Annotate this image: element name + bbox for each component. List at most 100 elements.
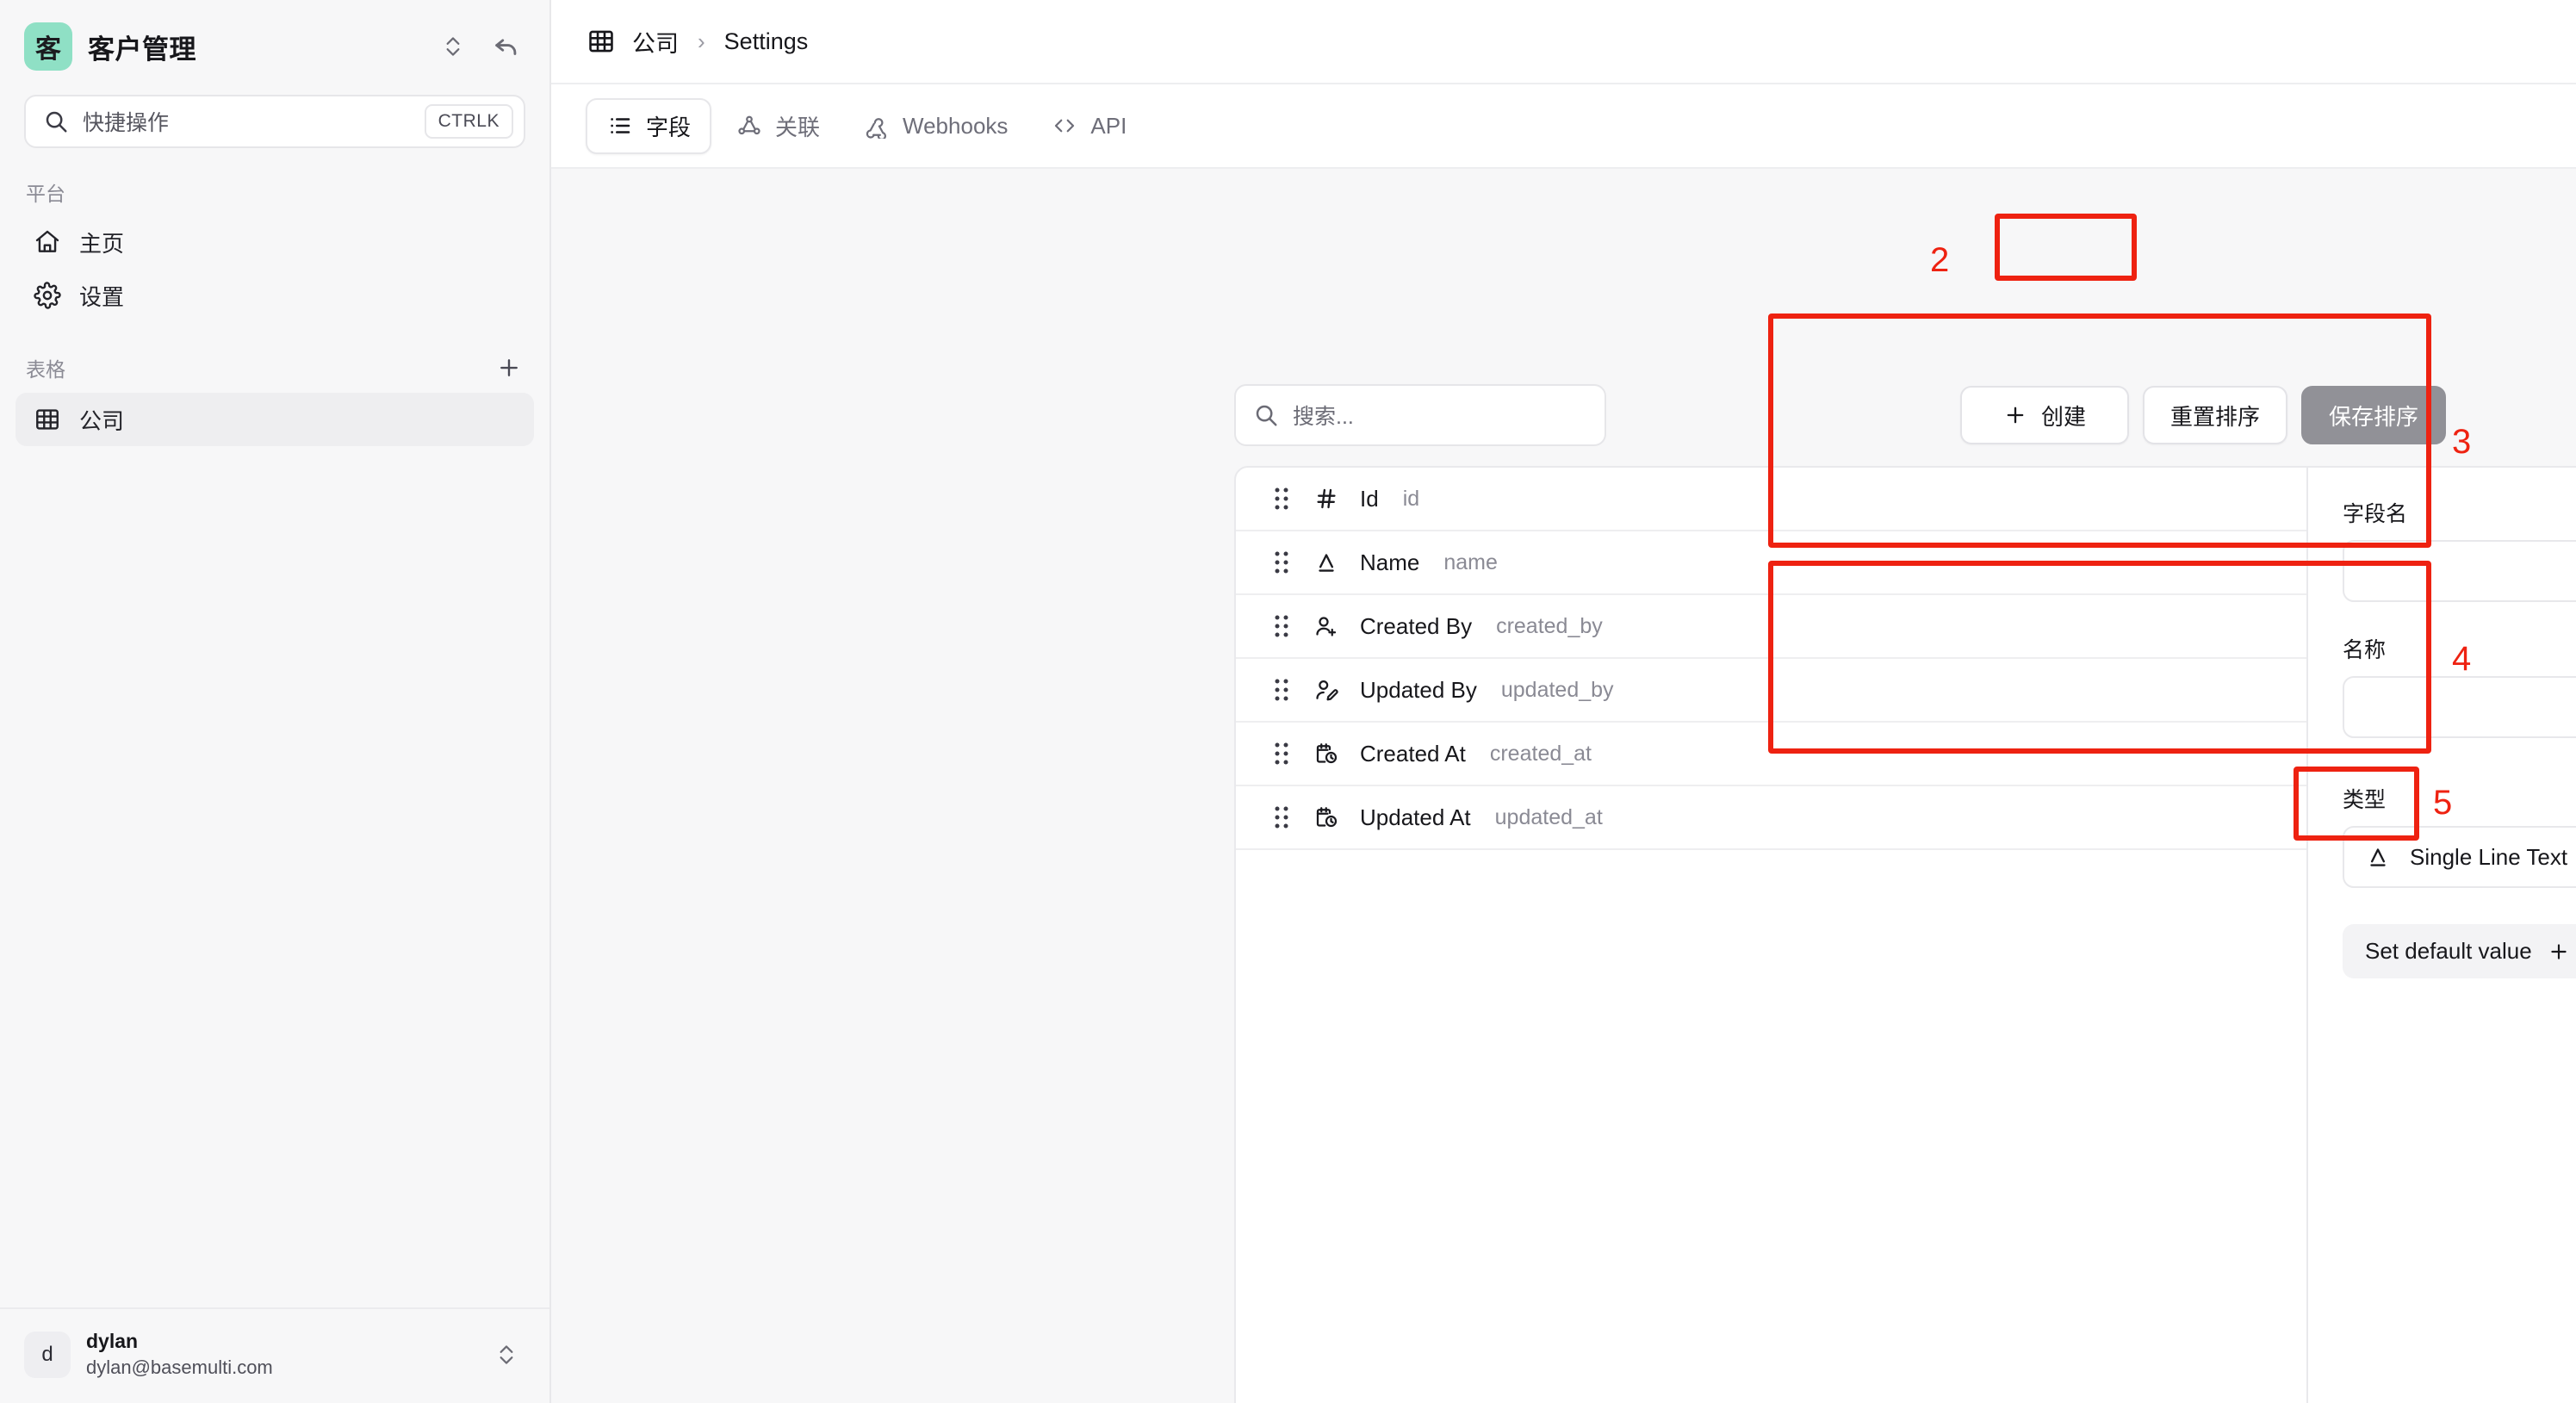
home-icon [33,227,62,257]
set-default-value-button[interactable]: Set default value [2343,924,2576,978]
sidebar-header: 客 客户管理 [0,0,549,79]
fields-toolbar: 搜索... 创建 重置排序 保存排序 [1234,384,2446,446]
table-icon [33,405,62,434]
field-key: updated_at [1494,804,1603,829]
sidebar-item-label-company: 公司 [79,407,125,434]
tab-api[interactable]: API [1032,102,1145,150]
drag-handle-icon[interactable] [1270,804,1293,830]
field-key: created_by [1496,613,1603,638]
sidebar-item-settings[interactable]: 设置 [16,269,534,322]
user-email: dylan@basemulti.com [86,1356,273,1379]
fields-search-input[interactable]: 搜索... [1234,384,1606,446]
fields-list-empty-space [1236,850,2306,1403]
workspace-badge: 客 [24,22,72,71]
field-name: Created At [1360,740,1466,767]
drag-handle-icon[interactable] [1270,741,1293,767]
user-name: dylan [86,1330,139,1353]
table-row[interactable]: Id id [1236,468,2306,531]
save-order-button[interactable]: 保存排序 [2300,386,2446,444]
table-row[interactable]: Updated By updated_by [1236,659,2306,723]
drag-handle-icon[interactable] [1270,677,1293,703]
field-name: Updated At [1360,804,1471,830]
breadcrumb-separator: › [698,28,705,54]
undo-arrow-icon[interactable] [487,28,525,65]
reset-order-label: 重置排序 [2169,403,2260,430]
search-icon [1253,402,1279,428]
add-table-button[interactable] [493,351,525,384]
reset-order-button[interactable]: 重置排序 [2142,386,2287,444]
tab-webhooks[interactable]: Webhooks [844,102,1027,150]
sidebar-item-label-settings: 设置 [79,283,125,310]
table-icon [586,26,617,57]
field-key: name [1443,549,1498,574]
sidebar-group-label-tables: 表格 [26,358,65,381]
workspace-title: 客户管理 [88,34,196,65]
field-name-label: 字段名 [2343,502,2408,526]
tab-relations[interactable]: 关联 [717,100,839,152]
breadcrumb-item-table[interactable]: 公司 [632,25,679,59]
code-icon [1051,112,1078,140]
field-type-select[interactable]: Single Line Text [2343,826,2576,888]
create-field-button[interactable]: 创建 [1959,386,2129,444]
breadcrumb-item-settings: Settings [723,28,809,54]
fields-card: Id id Name name Created By created_by Up… [1234,466,2576,1403]
sidebar: 客 客户管理 快捷操作 CTRLK 平台 主页 设置 表格 公司 d dylan… [0,0,551,1403]
field-name: Created By [1360,612,1473,639]
type-section: 类型 Single Line Text Set default value [2343,783,2576,978]
type-label: 类型 [2343,788,2387,812]
field-editor-panel: 字段名 名称 类型 Single Line Text Set default v… [2308,468,2576,1403]
drag-handle-icon[interactable] [1270,486,1293,512]
settings-content: 搜索... 创建 重置排序 保存排序 Id id Name name Creat… [551,169,2576,1403]
main-area: 公司 › Settings 字段 关联 Webhooks API 搜索... 创… [551,0,2576,1403]
settings-tabs: 字段 关联 Webhooks API [551,83,2576,169]
field-name: Updated By [1360,676,1477,703]
plus-icon [2003,403,2027,427]
search-icon [43,109,69,134]
display-name-input[interactable] [2343,676,2576,738]
table-row[interactable]: Name name [1236,531,2306,595]
list-icon [606,112,634,140]
annotation-number-4: 4 [2452,640,2472,678]
chevron-up-down-icon[interactable] [487,1336,525,1374]
field-name: Name [1360,549,1420,575]
gear-icon [33,281,62,310]
text-icon [2363,842,2393,872]
field-type-value: Single Line Text [2410,843,2568,870]
plus-icon [2548,941,2570,963]
sidebar-item-label-home: 主页 [79,230,125,257]
chevron-up-down-icon[interactable] [434,28,472,65]
tab-label-api: API [1090,112,1127,139]
calendar-clock-icon [1312,739,1341,768]
create-field-label: 创建 [2040,403,2086,430]
quick-action-search[interactable]: 快捷操作 CTRLK [24,95,525,148]
form-actions: 重置 保存 [2343,1008,2576,1066]
fields-list: Id id Name name Created By created_by Up… [1236,468,2308,1403]
annotation-number-5: 5 [2433,784,2453,822]
field-name-input[interactable] [2343,540,2576,602]
quick-action-shortcut: CTRLK [424,104,513,139]
hash-icon [1312,484,1341,513]
breadcrumb: 公司 › Settings [551,0,2576,83]
calendar-clock-icon [1312,803,1341,832]
tab-label-webhooks: Webhooks [903,112,1009,139]
table-row[interactable]: Created At created_at [1236,723,2306,786]
fields-search-placeholder: 搜索... [1293,405,1354,429]
table-row[interactable]: Created By created_by [1236,595,2306,659]
field-name-section: 字段名 名称 [2343,497,2576,769]
table-row[interactable]: Updated At updated_at [1236,786,2306,850]
sidebar-item-home[interactable]: 主页 [16,215,534,269]
tab-label-relations: 关联 [775,114,821,140]
drag-handle-icon[interactable] [1270,549,1293,575]
user-profile-button[interactable]: d dylan dylan@basemulti.com [0,1307,549,1403]
save-order-label: 保存排序 [2328,403,2418,430]
annotation-number-2: 2 [1930,241,1950,279]
tab-fields[interactable]: 字段 [586,97,712,154]
field-key: created_at [1489,741,1592,766]
avatar: d [24,1331,71,1378]
drag-handle-icon[interactable] [1270,613,1293,639]
field-key: id [1402,486,1420,511]
quick-action-placeholder: 快捷操作 [83,111,170,135]
sidebar-item-table-company[interactable]: 公司 [16,393,534,446]
webhook-icon [863,112,891,140]
